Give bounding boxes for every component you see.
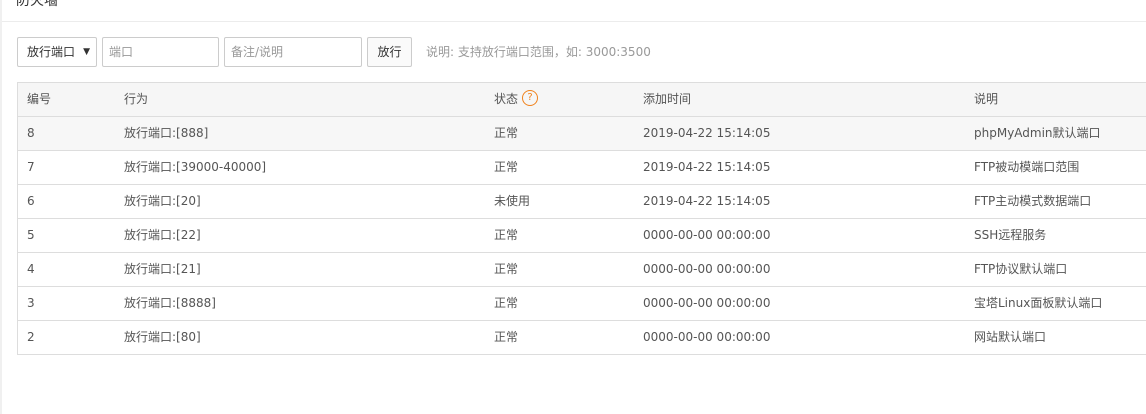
cell-note: SSH远程服务 [974, 228, 1047, 242]
cell-id: 7 [27, 160, 35, 174]
help-icon[interactable]: ? [522, 90, 539, 106]
cell-added-time: 0000-00-00 00:00:00 [643, 296, 771, 310]
cell-note: FTP主动模式数据端口 [974, 194, 1092, 208]
cell-id: 2 [27, 330, 35, 344]
cell-id: 8 [27, 126, 35, 140]
cell-action: 放行端口:[80] [124, 330, 201, 344]
cell-status: 正常 [494, 296, 519, 310]
note-input[interactable]: 备注/说明 [224, 37, 362, 67]
port-input-placeholder: 端口 [109, 45, 134, 59]
rule-type-select[interactable]: 放行端口 ▼ [17, 37, 97, 67]
cell-status: 正常 [494, 126, 519, 140]
table-row[interactable]: 2 放行端口:[80] 正常 0000-00-00 00:00:00 网站默认端口 [18, 321, 1146, 355]
column-header-status: 状态? [494, 83, 539, 116]
cell-id: 6 [27, 194, 35, 208]
cell-note: 宝塔Linux面板默认端口 [974, 296, 1103, 310]
table-row[interactable]: 8 放行端口:[888] 正常 2019-04-22 15:14:05 phpMyAdm… [18, 117, 1146, 151]
cell-id: 4 [27, 262, 35, 276]
cell-note: FTP协议默认端口 [974, 262, 1068, 276]
cell-added-time: 0000-00-00 00:00:00 [643, 228, 771, 242]
cell-note: FTP被动模端口范围 [974, 160, 1080, 174]
table-row[interactable]: 7 放行端口:[39000-40000] 正常 2019-04-22 15:14:05… [18, 151, 1146, 185]
chevron-down-icon: ▼ [83, 47, 90, 57]
firewall-rules-table: 编号 行为 状态? 添加时间 说明 8 放行端口:[888] 正常 2019-04-2… [17, 82, 1146, 355]
rule-type-select-value: 放行端口 [27, 45, 76, 59]
cell-status: 正常 [494, 330, 519, 344]
title-divider [2, 21, 1146, 22]
cell-id: 3 [27, 296, 35, 310]
note-input-placeholder: 备注/说明 [231, 45, 284, 59]
cell-action: 放行端口:[20] [124, 194, 201, 208]
cell-note: phpMyAdmin默认端口 [974, 126, 1101, 140]
table-row[interactable]: 3 放行端口:[8888] 正常 0000-00-00 00:00:00 宝塔Linux… [18, 287, 1146, 321]
panel-title: 防火墙 [16, 0, 58, 9]
cell-action: 放行端口:[21] [124, 262, 201, 276]
column-header-status-label: 状态 [494, 92, 519, 106]
cell-action: 放行端口:[8888] [124, 296, 216, 310]
cell-added-time: 0000-00-00 00:00:00 [643, 330, 771, 344]
cell-status: 正常 [494, 228, 519, 242]
column-header-id: 编号 [27, 92, 52, 106]
allow-button[interactable]: 放行 [367, 37, 412, 67]
port-input[interactable]: 端口 [102, 37, 219, 67]
column-header-added-time: 添加时间 [643, 92, 692, 106]
cell-added-time: 2019-04-22 15:14:05 [643, 160, 771, 174]
toolbar-hint: 说明: 支持放行端口范围，如: 3000:3500 [426, 45, 651, 59]
cell-added-time: 0000-00-00 00:00:00 [643, 262, 771, 276]
cell-status: 正常 [494, 262, 519, 276]
table-row[interactable]: 6 放行端口:[20] 未使用 2019-04-22 15:14:05 FTP主动模式数… [18, 185, 1146, 219]
cell-status: 未使用 [494, 194, 531, 208]
cell-status: 正常 [494, 160, 519, 174]
column-header-action: 行为 [124, 92, 149, 106]
cell-id: 5 [27, 228, 35, 242]
firewall-panel: 防火墙 放行端口 ▼ 端口 备注/说明 放行 说明: 支持放行端口范围，如: 3… [2, 0, 1146, 414]
cell-action: 放行端口:[39000-40000] [124, 160, 267, 174]
table-row[interactable]: 5 放行端口:[22] 正常 0000-00-00 00:00:00 SSH远程服务 [18, 219, 1146, 253]
table-row[interactable]: 4 放行端口:[21] 正常 0000-00-00 00:00:00 FTP协议默认端口 [18, 253, 1146, 287]
cell-added-time: 2019-04-22 15:14:05 [643, 194, 771, 208]
table-header-row: 编号 行为 状态? 添加时间 说明 [18, 83, 1146, 117]
column-header-note: 说明 [974, 92, 999, 106]
cell-note: 网站默认端口 [974, 330, 1047, 344]
cell-action: 放行端口:[22] [124, 228, 201, 242]
cell-action: 放行端口:[888] [124, 126, 209, 140]
cell-added-time: 2019-04-22 15:14:05 [643, 126, 771, 140]
